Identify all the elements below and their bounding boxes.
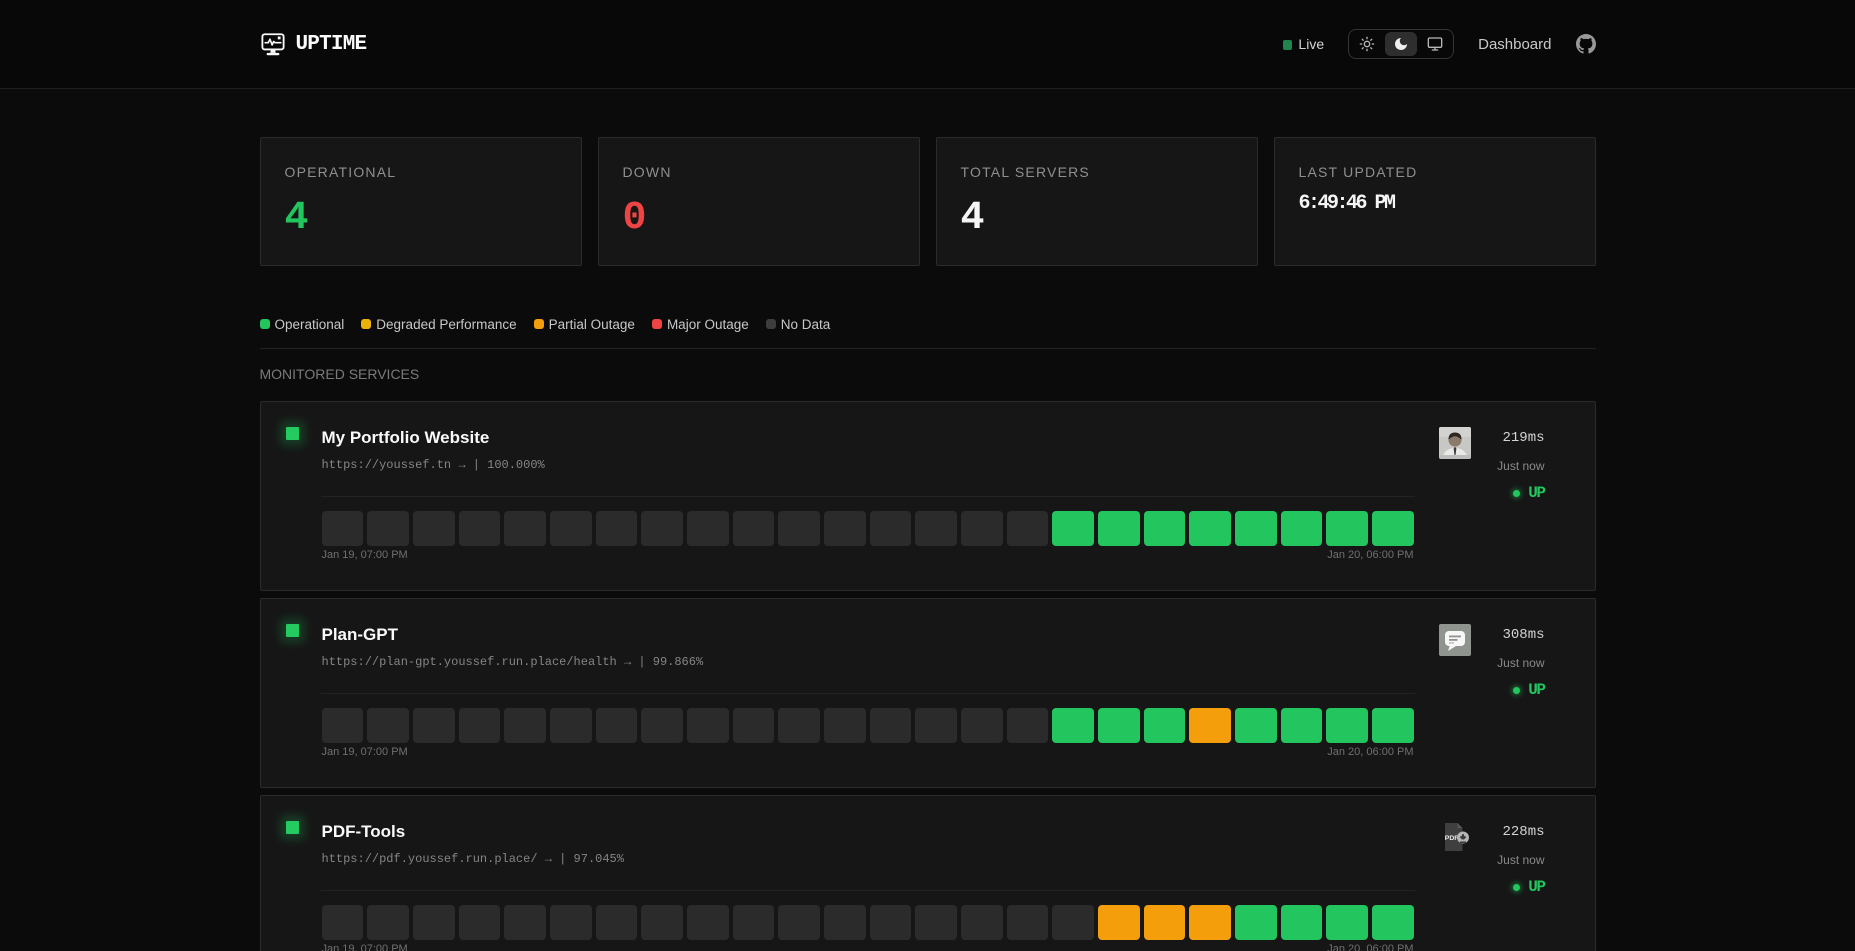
svg-text:PDF: PDF	[1444, 835, 1458, 842]
